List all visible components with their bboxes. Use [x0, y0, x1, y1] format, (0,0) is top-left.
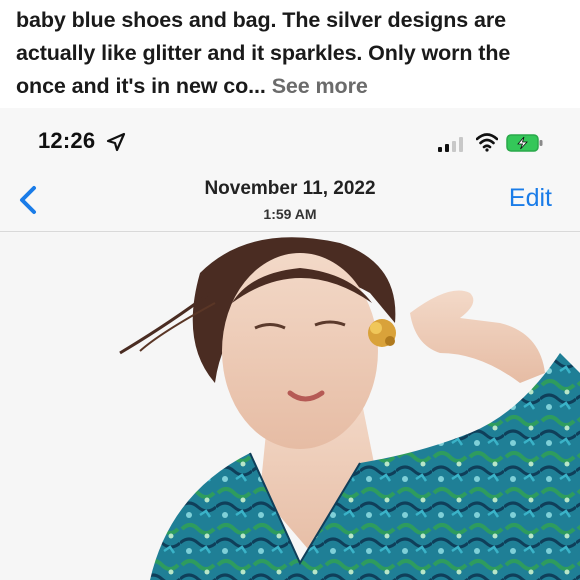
product-photo[interactable]: [0, 233, 580, 580]
photo-nav-bar: November 11, 2022 1:59 AM Edit: [0, 170, 580, 232]
listing-caption-text: baby blue shoes and bag. The silver desi…: [16, 8, 511, 98]
signal-icon: [438, 137, 463, 152]
see-more-link[interactable]: See more: [272, 74, 368, 98]
status-time: 12:26: [38, 128, 96, 153]
battery-charging-icon: [506, 134, 543, 152]
status-bar: 12:26: [0, 108, 580, 170]
photo-time: 1:59 AM: [263, 206, 317, 222]
wifi-icon: [476, 133, 498, 152]
model-photo-illustration: [0, 233, 580, 580]
location-arrow-icon: [106, 132, 126, 152]
photo-date: November 11, 2022: [204, 178, 376, 199]
phone-screenshot: 12:26 November 11, 2022 1:59 AM Edit: [0, 108, 580, 580]
listing-description: baby blue shoes and bag. The silver desi…: [0, 0, 580, 108]
edit-button[interactable]: Edit: [509, 184, 552, 213]
